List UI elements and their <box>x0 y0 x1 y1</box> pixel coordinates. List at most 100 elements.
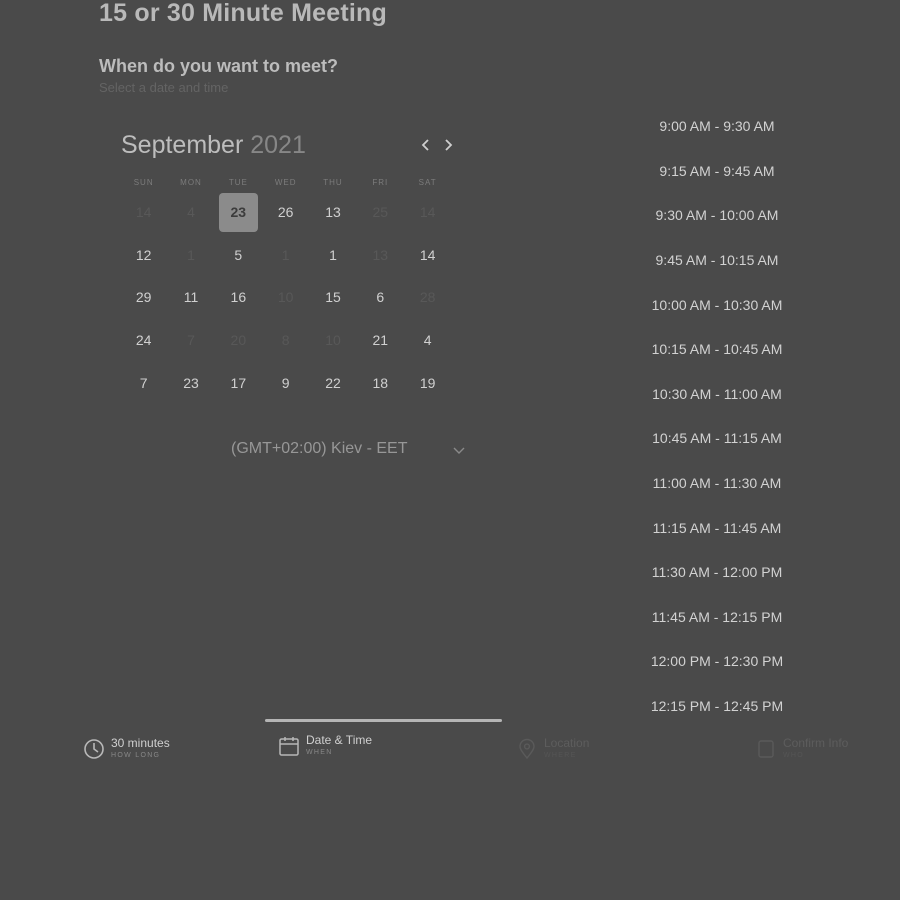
step-duration-label: 30 minutes <box>111 736 170 750</box>
calendar-day-number: 10 <box>277 289 294 306</box>
calendar-day-number: 4 <box>187 204 195 221</box>
calendar-day: 1 <box>262 234 309 277</box>
step-confirm-info-sublabel: WHO <box>783 752 805 759</box>
calendar-day-number: 25 <box>372 204 389 221</box>
calendar-day[interactable]: 17 <box>215 361 262 404</box>
calendar-day[interactable]: 7 <box>120 361 167 404</box>
time-slot-button[interactable]: 12:00 PM - 12:30 PM <box>640 639 794 684</box>
calendar-day-number: 15 <box>325 289 341 306</box>
calendar-day[interactable]: 14 <box>404 234 451 277</box>
time-slot-button[interactable]: 12:15 PM - 12:45 PM <box>640 684 794 729</box>
calendar-day[interactable]: 24 <box>120 319 167 362</box>
time-slot-button[interactable]: 11:30 AM - 12:00 PM <box>640 550 794 595</box>
time-slot-button[interactable]: 11:00 AM - 11:30 AM <box>640 461 794 506</box>
calendar-day-number: 10 <box>325 332 341 349</box>
time-slot-button[interactable]: 9:45 AM - 10:15 AM <box>640 238 794 283</box>
calendar-day-number: 14 <box>135 204 152 221</box>
time-slot-button[interactable]: 11:45 AM - 12:15 PM <box>640 595 794 640</box>
calendar-day[interactable]: 6 <box>357 276 404 319</box>
calendar-day-number: 12 <box>135 246 152 263</box>
time-slot-button[interactable]: 10:45 AM - 11:15 AM <box>640 416 794 461</box>
calendar-day-number: 11 <box>183 289 199 306</box>
step-location-label: Location <box>544 736 590 750</box>
calendar-day-number: 24 <box>135 332 152 349</box>
calendar-day-number: 7 <box>139 374 148 391</box>
weekday-label: SUN <box>133 178 154 187</box>
calendar-day[interactable]: 4 <box>404 319 451 362</box>
previous-month-button[interactable] <box>416 135 436 155</box>
calendar-day-number: 23 <box>218 192 258 232</box>
year-label: 2021 <box>250 131 306 159</box>
step-location-sublabel: WHERE <box>544 752 577 759</box>
step-duration-sublabel: HOW LONG <box>111 752 161 759</box>
timezone-select[interactable]: (GMT+02:00) Kiev - EET <box>231 440 466 462</box>
calendar-day-number: 7 <box>187 332 195 349</box>
step-confirm-info: Confirm Info WHO <box>755 736 848 760</box>
calendar-day[interactable]: 13 <box>309 191 356 234</box>
calendar-day: 10 <box>309 319 356 362</box>
time-slot-button[interactable]: 11:15 AM - 11:45 AM <box>640 505 794 550</box>
weekday-label: WED <box>274 178 297 187</box>
calendar-day-number: 23 <box>183 374 199 391</box>
calendar-day[interactable]: 11 <box>167 276 214 319</box>
calendar-day[interactable]: 19 <box>404 361 451 404</box>
calendar-day-number: 22 <box>325 374 341 391</box>
calendar-day-number: 1 <box>329 246 337 263</box>
calendar-day[interactable]: 22 <box>309 361 356 404</box>
calendar-day[interactable]: 23 <box>167 361 214 404</box>
user-icon <box>758 740 774 758</box>
time-slot-button[interactable]: 9:00 AM - 9:30 AM <box>640 104 794 149</box>
calendar-day: 28 <box>404 276 451 319</box>
calendar-day-number: 13 <box>325 204 341 221</box>
calendar-day[interactable]: 21 <box>357 319 404 362</box>
calendar-day[interactable]: 16 <box>215 276 262 319</box>
weekday-header: SUN MON TUE WED THU FRI SAT <box>120 178 451 187</box>
step-location: Location WHERE <box>516 736 589 760</box>
calendar-day[interactable]: 26 <box>262 191 309 234</box>
calendar-day: 10 <box>262 276 309 319</box>
calendar-day-number: 8 <box>281 332 290 349</box>
time-slot-button[interactable]: 10:30 AM - 11:00 AM <box>640 372 794 417</box>
calendar-day: 8 <box>262 319 309 362</box>
calendar-icon <box>279 737 299 756</box>
timezone-label: (GMT+02:00) Kiev - EET <box>231 440 408 457</box>
time-slot-button[interactable]: 9:30 AM - 10:00 AM <box>640 193 794 238</box>
calendar-day-number: 1 <box>187 246 195 263</box>
calendar-day-number: 14 <box>419 204 436 221</box>
calendar-day-number: 19 <box>419 374 436 391</box>
calendar-day-number: 14 <box>419 246 436 263</box>
step-confirm-info-label: Confirm Info <box>783 736 849 750</box>
month-year-label: September 2021 <box>121 131 306 160</box>
location-pin-icon <box>519 738 535 760</box>
calendar-day-number: 9 <box>281 374 290 391</box>
calendar-day-number: 18 <box>372 374 389 391</box>
calendar-day[interactable]: 29 <box>120 276 167 319</box>
time-slot-button[interactable]: 10:15 AM - 10:45 AM <box>640 327 794 372</box>
calendar-day-number: 17 <box>230 374 247 391</box>
chevron-down-icon <box>453 447 465 454</box>
weekday-label: FRI <box>372 178 389 187</box>
calendar-day-number: 29 <box>135 289 152 306</box>
calendar-day: 7 <box>167 319 214 362</box>
chevron-right-icon <box>445 139 453 151</box>
time-slot-button[interactable]: 10:00 AM - 10:30 AM <box>640 282 794 327</box>
calendar-day-selected[interactable]: 23 <box>215 191 262 234</box>
step-date-time-sublabel: WHEN <box>306 749 333 756</box>
time-slot-button[interactable]: 9:15 AM - 9:45 AM <box>640 149 794 194</box>
calendar-day-number: 4 <box>423 332 432 349</box>
calendar-day-number: 20 <box>230 332 247 349</box>
calendar-grid: 14 4 23 26 13 25 14 12 1 5 1 1 13 14 29 11 16 10 15 6 28 24 7 2… <box>120 191 451 404</box>
month-label: September <box>121 131 244 159</box>
calendar-day[interactable]: 5 <box>215 234 262 277</box>
calendar-day: 13 <box>357 234 404 277</box>
next-month-button[interactable] <box>438 135 458 155</box>
calendar-day[interactable]: 15 <box>309 276 356 319</box>
weekday-label: THU <box>323 178 343 187</box>
calendar-day-number: 16 <box>230 289 247 306</box>
calendar-day[interactable]: 9 <box>262 361 309 404</box>
step-date-time: Date & Time WHEN <box>278 733 372 757</box>
calendar-day[interactable]: 1 <box>309 234 356 277</box>
calendar-day[interactable]: 12 <box>120 234 167 277</box>
calendar-day[interactable]: 18 <box>357 361 404 404</box>
time-slot-list: 9:00 AM - 9:30 AM 9:15 AM - 9:45 AM 9:30 A… <box>640 104 794 728</box>
